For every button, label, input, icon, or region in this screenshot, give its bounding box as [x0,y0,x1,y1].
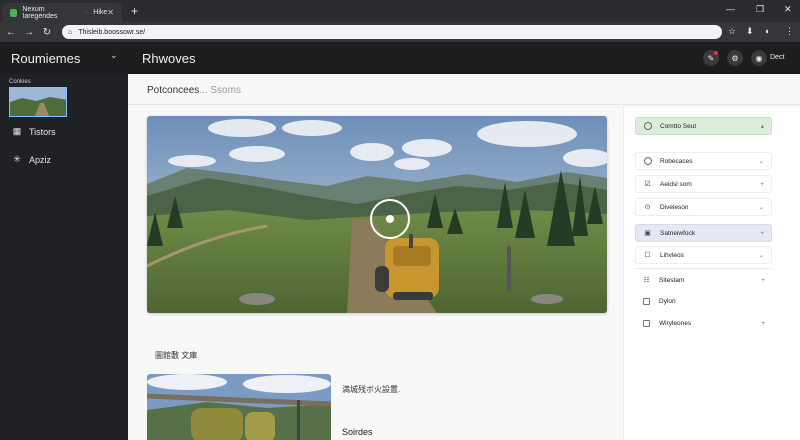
chevron-down-icon[interactable]: ⌄ [110,50,118,61]
tab-close-icon[interactable]: ✕ [107,8,114,17]
panel-item-label: Aeidsl som [660,180,692,188]
circle-icon [643,122,652,131]
secondary-title: Soirdes [342,427,373,437]
panel-divider [635,268,772,269]
circle-icon [643,157,652,166]
sidebar-item-tistors[interactable]: ▦ Tistors [12,126,56,137]
check-icon: ☑ [644,181,651,188]
landscape-image [147,116,607,313]
panel-item-label: Diveleson [660,203,689,211]
grid-icon: ▦ [12,126,22,136]
bookmark-star-icon[interactable]: ☆ [728,26,736,37]
panel-item-label: Wiryleones [659,319,692,327]
browser-tab-active[interactable]: Nexum Iaregendes · Hike ✕ [2,3,122,22]
backpack-image [147,374,331,440]
checkbox-icon: ☐ [644,252,651,259]
tab-label: Nexum Iaregendes [22,5,58,20]
back-arrow-icon[interactable]: ← [2,27,20,38]
tab-label-secondary: Hike [93,9,108,16]
panel-item-label: Sitestam [659,276,685,284]
avatar[interactable]: ◉ [751,50,767,66]
breadcrumb: Potconcees... Ssoms [147,85,241,96]
page-title: Rhwoves [142,51,196,66]
sidebar: Conkies ▦ Tistors ✳ Apziz [0,74,128,440]
panel-item-aeidsl-som[interactable]: ☑ Aeidsl som + [635,175,772,193]
sidebar-item-label: Tistors [29,126,56,137]
tab-separator: · [84,9,88,16]
options-panel: Comtto Seut ▴ Robecaces ⌄ ☑ Aeidsl som +… [623,107,800,440]
browser-toolbar: ← → ↻ ⌂ Thisleib.boossowr.se/ ☆ ⬇ ◐ ⋮ [0,22,800,42]
app-header: Roumiemes ⌄ Rhwoves ✎ ⚙ ◉ Dect [0,42,800,74]
secondary-image[interactable] [147,374,331,440]
plus-icon[interactable]: + [761,320,765,327]
panel-item-label: Satneiwfock [660,229,696,237]
home-icon: ⌂ [68,28,73,36]
hero-image[interactable] [147,116,607,313]
tab-favicon-icon [10,8,18,17]
sidebar-item-label: Apziz [29,154,52,165]
sidebar-thumbnail-image [10,88,66,116]
plus-icon[interactable]: + [761,277,765,284]
user-name[interactable]: Dect [770,54,784,61]
chevron-down-icon[interactable]: ⌄ [759,203,764,211]
layers-icon: ▣ [644,230,651,237]
chevron-down-circle-icon: ⊙ [644,204,651,211]
breadcrumb-hint: ... Ssoms [199,85,241,96]
panel-item-label: Comtto Seut [660,122,697,130]
sidebar-item-apziz[interactable]: ✳ Apziz [12,154,51,165]
notification-badge [714,51,718,55]
sidebar-thumb-label: Conkies [9,79,31,85]
chevron-down-icon[interactable]: ⌄ [759,251,764,259]
app-title: Roumiemes [11,51,81,66]
url-text: Thisleib.boossowr.se/ [78,28,146,36]
panel-item-comtto-seut[interactable]: Comtto Seut ▴ [635,117,772,135]
secondary-caption: 満城残ボ火設置. [342,385,401,394]
sparkle-icon: ✳ [13,154,21,164]
chevron-up-icon[interactable]: ▴ [761,122,764,130]
menu-kebab-icon[interactable]: ⋮ [785,26,794,37]
panel-item-wiryleones[interactable]: Wiryleones + [635,314,772,332]
main-content: Potconcees... Ssoms 圖館敷 文庫 満城残ボ火設置. Soir… [128,74,800,440]
browser-tabbar: Nexum Iaregendes · Hike ✕ + — ❐ ✕ [0,0,800,22]
panel-item-sitestam[interactable]: ☷ Sitestam + [635,271,772,289]
forward-arrow-icon[interactable]: → [20,27,38,38]
checkbox-icon [642,297,651,306]
plus-icon[interactable]: + [760,230,764,237]
address-bar[interactable]: ⌂ Thisleib.boossowr.se/ [62,25,722,39]
note-icon: ☷ [643,277,650,284]
plus-icon[interactable]: + [760,181,764,188]
panel-item-satneiwfock[interactable]: ▣ Satneiwfock + [635,224,772,242]
settings-gear-icon[interactable]: ⚙ [727,50,743,66]
section-caption: 圖館敷 文庫 [155,351,198,360]
downloads-icon[interactable]: ⬇ [746,26,754,37]
window-maximize-icon[interactable]: ❐ [756,4,764,15]
reload-icon[interactable]: ↻ [38,27,56,38]
new-tab-plus-icon[interactable]: + [131,4,138,18]
breadcrumb-current[interactable]: Potconcees [147,85,199,96]
panel-item-dylon[interactable]: Dylon [635,292,772,310]
notification-icon[interactable]: ✎ [703,50,719,66]
profile-icon[interactable]: ◐ [765,26,770,36]
panel-item-label: Lihvleos [660,251,684,259]
panel-item-diveleson[interactable]: ⊙ Diveleson ⌄ [635,198,772,216]
chevron-down-icon[interactable]: ⌄ [759,157,764,165]
panel-item-lihvleos[interactable]: ☐ Lihvleos ⌄ [635,246,772,264]
header-divider [128,104,800,105]
window-minimize-icon[interactable]: — [726,4,735,14]
panel-item-robecaces[interactable]: Robecaces ⌄ [635,152,772,170]
checkbox-icon [642,319,651,328]
window-close-icon[interactable]: ✕ [784,4,792,15]
panel-item-label: Dylon [659,297,676,305]
sidebar-thumbnail[interactable] [9,87,67,117]
panel-item-label: Robecaces [660,157,693,165]
